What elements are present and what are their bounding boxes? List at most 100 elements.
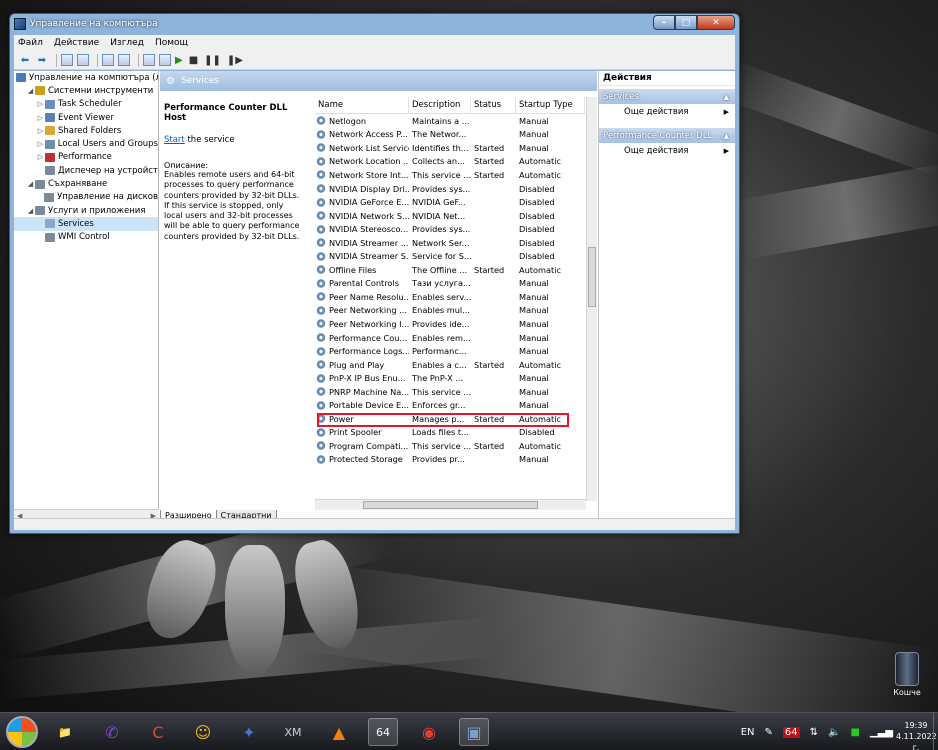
xmplay-icon[interactable]: XM <box>278 718 308 746</box>
game-icon[interactable]: ✦ <box>234 718 264 746</box>
tree-item[interactable]: Управление на дисков <box>14 191 158 204</box>
forward-arrow-icon[interactable]: ➡ <box>35 53 49 67</box>
table-row[interactable]: Performance Logs... Performanc... Manual <box>315 344 585 358</box>
tree-item[interactable]: ▷ Task Scheduler <box>14 98 158 111</box>
table-row[interactable]: Peer Networking ... Enables mul... Manual <box>315 304 585 318</box>
tree-item[interactable]: WMI Control <box>14 231 158 244</box>
pause-service-icon[interactable]: ❚❚ <box>204 55 221 66</box>
volume-icon[interactable]: 🔈 <box>828 727 840 738</box>
aida64-icon[interactable]: 64 <box>368 718 398 746</box>
collapse-icon[interactable]: ▲ <box>724 132 729 140</box>
scroll-thumb[interactable] <box>363 501 538 509</box>
close-button[interactable]: ✕ <box>697 15 735 30</box>
export-list-icon[interactable] <box>118 54 130 66</box>
refresh-icon[interactable] <box>102 54 114 66</box>
table-row[interactable]: Print Spooler Loads files t... Disabled <box>315 426 585 440</box>
table-row[interactable]: NVIDIA Display Dri... Provides sys... Disa… <box>315 182 585 196</box>
ccleaner-icon[interactable]: C <box>143 718 173 746</box>
tree-item[interactable]: Services <box>14 217 158 231</box>
start-button[interactable] <box>6 716 38 748</box>
collapse-icon[interactable]: ▲ <box>724 93 729 101</box>
more-actions-services[interactable]: Още действия ▶ <box>599 104 735 120</box>
table-row[interactable]: NVIDIA Streamer S... Service for S... Disa… <box>315 249 585 263</box>
stop-service-icon[interactable]: ■ <box>189 55 198 66</box>
table-row[interactable]: Netlogon Maintains a ... Manual <box>315 114 585 128</box>
more-actions-selected-service[interactable]: Още действия ▶ <box>599 143 735 159</box>
chrome-icon[interactable]: ◉ <box>414 718 444 746</box>
menu-help[interactable]: Помощ <box>155 38 188 48</box>
tree-item[interactable]: ▷ Event Viewer <box>14 111 158 124</box>
tree-expander-icon[interactable]: ◢ <box>26 87 35 95</box>
menu-view[interactable]: Изглед <box>110 38 144 48</box>
table-row[interactable]: NVIDIA Streamer ... Network Ser... Disable… <box>315 236 585 250</box>
start-service-icon[interactable]: ▶ <box>175 55 183 66</box>
computer-management-icon[interactable]: ▣ <box>459 718 489 746</box>
tree-expander-icon[interactable]: ▷ <box>36 153 45 161</box>
table-row[interactable]: PnP-X IP Bus Enu... The PnP-X ... Manual <box>315 371 585 385</box>
table-row[interactable]: NVIDIA GeForce E... NVIDIA GeF... Disabled <box>315 195 585 209</box>
show-hide-tree-icon[interactable] <box>77 54 89 66</box>
tree-expander-icon[interactable]: ◢ <box>26 180 35 188</box>
tree-expander-icon[interactable]: ▷ <box>36 114 45 122</box>
tree-item[interactable]: Диспечер на устройст <box>14 164 158 177</box>
pen-icon[interactable]: ✎ <box>765 727 773 738</box>
properties-icon[interactable] <box>159 54 171 66</box>
table-row[interactable]: Protected Storage Provides pr... Manual <box>315 453 585 467</box>
yahoo-messenger-icon[interactable]: ☺ <box>188 718 218 746</box>
show-desktop-button[interactable] <box>933 713 938 750</box>
actions-group-selected-service[interactable]: Performance Counter DLL ... ▲ <box>599 128 735 143</box>
aida64-tray-icon[interactable]: 64 <box>782 726 800 738</box>
vlc-icon[interactable]: ▲ <box>324 718 354 746</box>
table-row[interactable]: Plug and Play Enables a c... Started Automa… <box>315 358 585 372</box>
table-row[interactable]: NVIDIA Network S... NVIDIA Net... Disabled <box>315 209 585 223</box>
table-row[interactable]: Portable Device E... Enforces gr... Manual <box>315 398 585 412</box>
up-folder-icon[interactable] <box>61 54 73 66</box>
column-name[interactable]: Name <box>315 96 409 114</box>
tree-expander-icon[interactable]: ◢ <box>26 207 35 215</box>
column-status[interactable]: Status <box>471 96 516 114</box>
table-row[interactable]: PNRP Machine Na... This service ... Manual <box>315 385 585 399</box>
tree-expander-icon[interactable]: ▷ <box>36 140 45 148</box>
start-service-link[interactable]: Start <box>164 135 185 145</box>
table-row[interactable]: Program Compati... This service ... Starte… <box>315 439 585 453</box>
actions-group-services[interactable]: Services ▲ <box>599 89 735 104</box>
scroll-thumb[interactable] <box>588 247 596 307</box>
restart-service-icon[interactable]: ❚▶ <box>227 55 243 66</box>
table-row[interactable]: Peer Networking I... Provides ide... Manua… <box>315 317 585 331</box>
maximize-button[interactable]: □ <box>675 15 697 30</box>
tree-item[interactable]: ◢ Услуги и приложения <box>14 204 158 217</box>
explorer-icon[interactable]: 📁 <box>50 718 80 746</box>
table-row[interactable]: Network Access P... The Networ... Manual <box>315 128 585 142</box>
services-horizontal-scrollbar[interactable] <box>315 499 586 510</box>
table-row[interactable]: Network List Service Identifies th... Star… <box>315 141 585 155</box>
tree-item[interactable]: ◢ Системни инструменти <box>14 84 158 97</box>
table-row[interactable]: Peer Name Resolu... Enables serv... Manual <box>315 290 585 304</box>
network-tray-icon[interactable]: ⇅ <box>810 727 818 738</box>
help-icon[interactable] <box>143 54 155 66</box>
table-row[interactable]: Network Store Int... This service ... Star… <box>315 168 585 182</box>
services-vertical-scrollbar[interactable] <box>586 97 597 501</box>
column-startup-type[interactable]: Startup Type <box>516 96 585 114</box>
recycle-bin[interactable]: Кошче <box>887 652 927 697</box>
table-row[interactable]: Offline Files The Offline ... Started Autom… <box>315 263 585 277</box>
language-indicator[interactable]: EN <box>741 727 755 738</box>
menu-file[interactable]: Файл <box>18 38 43 48</box>
menu-action[interactable]: Действие <box>54 38 99 48</box>
viber-icon[interactable]: ✆ <box>97 718 127 746</box>
table-row-highlighted[interactable]: Performance Cou... Enables rem... Manual <box>315 331 585 345</box>
tree-item[interactable]: ◢ Съхраняване <box>14 177 158 190</box>
signal-icon[interactable]: ▁▃▅ <box>870 727 893 738</box>
tree-item[interactable]: ▷ Performance <box>14 151 158 164</box>
back-arrow-icon[interactable]: ⬅ <box>18 53 32 67</box>
tree-item[interactable]: ▷ Shared Folders <box>14 124 158 137</box>
table-row[interactable]: Parental Controls Тази услуга... Manual <box>315 277 585 291</box>
tree-expander-icon[interactable]: ▷ <box>36 100 45 108</box>
table-row[interactable]: Network Location ... Collects an... Starte… <box>315 155 585 169</box>
tree-item[interactable]: Управление на компютъра (л <box>14 71 158 84</box>
title-bar[interactable]: Управление на компютъра – □ ✕ <box>10 14 739 34</box>
table-row[interactable]: Power Manages p... Started Automatic <box>315 412 585 426</box>
tree-expander-icon[interactable]: ▷ <box>36 127 45 135</box>
minimize-button[interactable]: – <box>653 15 675 30</box>
clock[interactable]: 19:39 4.11.2022 г. <box>896 720 937 750</box>
green-app-icon[interactable]: ■ <box>850 727 859 738</box>
